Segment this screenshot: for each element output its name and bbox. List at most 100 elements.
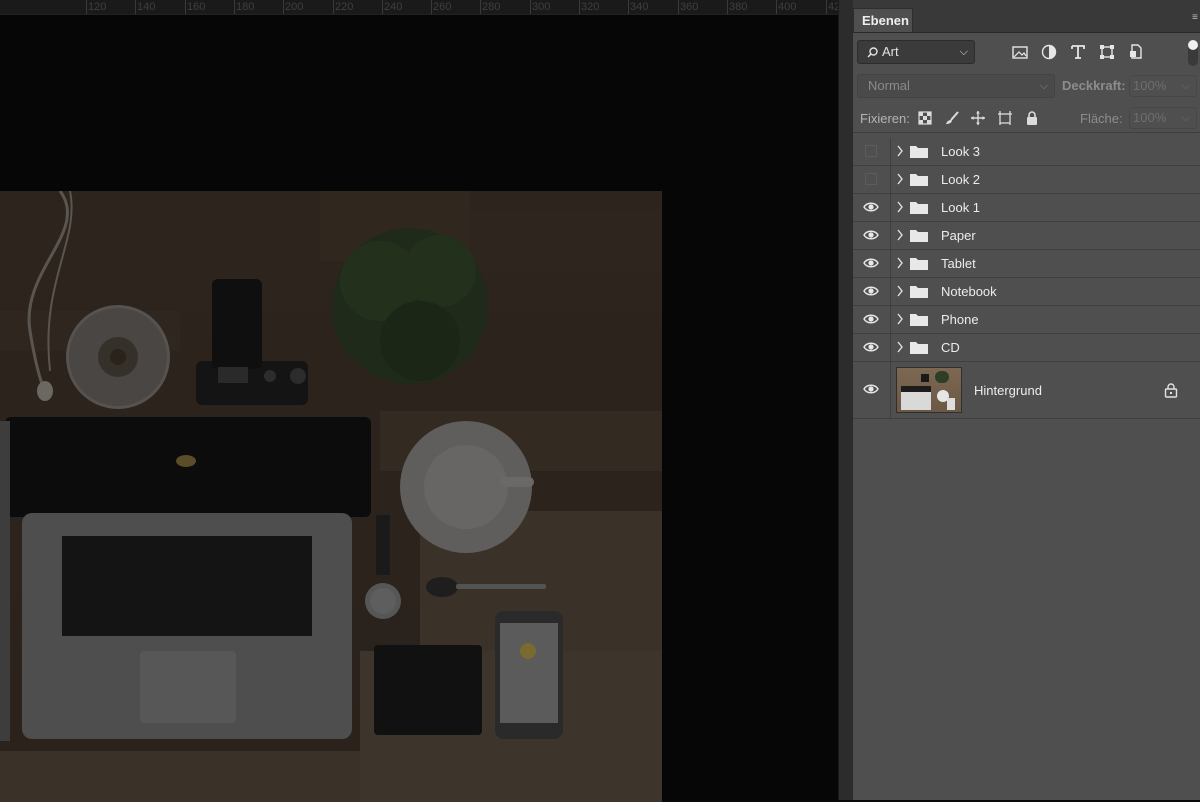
layer-name[interactable]: Look 2: [941, 172, 980, 187]
smart-object-filter-icon[interactable]: [1127, 43, 1145, 61]
ruler-tick: [579, 0, 580, 14]
layer-row[interactable]: Look 3: [853, 138, 1200, 166]
lock-row: Fixieren: Fläche: 100% ⌵: [853, 106, 1200, 133]
folder-icon: [910, 314, 928, 326]
chevron-right-icon[interactable]: [895, 227, 905, 243]
folder-icon: [910, 286, 928, 298]
filter-kind-select[interactable]: Art ⌵: [857, 40, 975, 64]
ruler-label: 420: [828, 1, 838, 13]
layer-row[interactable]: Look 1: [853, 194, 1200, 222]
hidden-visibility-box: [865, 173, 877, 185]
ruler-label: 400: [778, 1, 797, 13]
ruler-tick: [530, 0, 531, 14]
folder-icon: [910, 230, 928, 242]
visibility-toggle[interactable]: [853, 138, 891, 165]
blend-mode-select[interactable]: Normal ⌵: [857, 74, 1055, 98]
ruler-tick: [776, 0, 777, 14]
document-canvas[interactable]: [0, 15, 838, 802]
fill-label: Fläche:: [1080, 111, 1123, 126]
ruler-tick: [382, 0, 383, 14]
fill-value: 100%: [1133, 110, 1167, 125]
layers-panel: Ebenen ≡ Art ⌵ Normal ⌵ Deckkraft: 100% …: [853, 0, 1200, 800]
lock-label: Fixieren:: [860, 111, 910, 126]
toggle-knob: [1188, 40, 1198, 50]
panel-menu-icon[interactable]: ≡: [1192, 13, 1198, 23]
ruler-label: 120: [88, 1, 107, 13]
adjustment-filter-icon[interactable]: [1040, 43, 1058, 61]
layer-name[interactable]: Tablet: [941, 256, 976, 271]
chevron-right-icon[interactable]: [895, 311, 905, 327]
ruler-tick: [86, 0, 87, 14]
layer-name[interactable]: Look 1: [941, 200, 980, 215]
layer-name[interactable]: Paper: [941, 228, 976, 243]
horizontal-ruler[interactable]: 120 140 160 180 200 220 240 260 280 300 320 340 360 3…: [0, 0, 838, 15]
ruler-tick: [727, 0, 728, 14]
lock-all-icon[interactable]: [1024, 110, 1040, 126]
chevron-down-icon: ⌵: [1181, 112, 1190, 124]
layer-row[interactable]: Phone: [853, 306, 1200, 334]
chevron-right-icon[interactable]: [895, 255, 905, 271]
visibility-toggle[interactable]: [853, 278, 891, 305]
opacity-field[interactable]: 100% ⌵: [1129, 75, 1197, 97]
visibility-toggle[interactable]: [853, 222, 891, 249]
shape-filter-icon[interactable]: [1098, 43, 1116, 61]
ruler-tick: [628, 0, 629, 14]
eye-icon: [863, 230, 879, 240]
layer-row[interactable]: Notebook: [853, 278, 1200, 306]
opacity-value: 100%: [1133, 78, 1167, 93]
layer-row[interactable]: CD: [853, 334, 1200, 362]
document-image[interactable]: [0, 191, 662, 802]
blend-mode-value: Normal: [868, 78, 910, 93]
eye-icon: [863, 384, 879, 394]
chevron-right-icon[interactable]: [895, 171, 905, 187]
ruler-tick: [333, 0, 334, 14]
ruler-label: 200: [285, 1, 304, 13]
eye-icon: [863, 342, 879, 352]
chevron-right-icon[interactable]: [895, 283, 905, 299]
layer-row[interactable]: Paper: [853, 222, 1200, 250]
panel-tab-bar: Ebenen ≡: [853, 0, 1200, 33]
layer-name[interactable]: Look 3: [941, 144, 980, 159]
visibility-toggle[interactable]: [853, 334, 891, 361]
visibility-toggle[interactable]: [853, 250, 891, 277]
layer-row[interactable]: Look 2: [853, 166, 1200, 194]
layer-name[interactable]: Notebook: [941, 284, 997, 299]
ruler-label: 240: [384, 1, 403, 13]
ruler-label: 260: [433, 1, 452, 13]
lock-position-icon[interactable]: [970, 110, 986, 126]
ruler-label: 340: [630, 1, 649, 13]
lock-transparent-pixels-icon[interactable]: [917, 110, 933, 126]
folder-icon: [910, 202, 928, 214]
ruler-tick: [678, 0, 679, 14]
ruler-label: 160: [187, 1, 206, 13]
visibility-toggle[interactable]: [853, 166, 891, 193]
chevron-right-icon[interactable]: [895, 199, 905, 215]
chevron-right-icon[interactable]: [895, 339, 905, 355]
lock-image-pixels-icon[interactable]: [944, 110, 960, 126]
panel-dock-gutter: [838, 0, 854, 800]
lock-artboard-icon[interactable]: [997, 110, 1013, 126]
ruler-label: 300: [532, 1, 551, 13]
fill-field[interactable]: 100% ⌵: [1129, 107, 1197, 129]
opacity-label: Deckkraft:: [1062, 78, 1126, 93]
layer-name[interactable]: Phone: [941, 312, 979, 327]
chevron-right-icon[interactable]: [895, 143, 905, 159]
hidden-visibility-box: [865, 145, 877, 157]
visibility-toggle[interactable]: [853, 362, 891, 418]
layer-name[interactable]: Hintergrund: [974, 383, 1042, 398]
layer-row-background[interactable]: Hintergrund: [853, 362, 1200, 419]
tab-layers[interactable]: Ebenen: [853, 8, 913, 32]
visibility-toggle[interactable]: [853, 306, 891, 333]
type-filter-icon[interactable]: [1069, 43, 1087, 61]
ruler-label: 220: [335, 1, 354, 13]
layer-filter-row: Art ⌵: [857, 40, 1200, 66]
search-icon: [867, 47, 878, 58]
ruler-label: 360: [680, 1, 699, 13]
ruler-label: 380: [729, 1, 748, 13]
visibility-toggle[interactable]: [853, 194, 891, 221]
filter-kind-label: Art: [882, 44, 899, 59]
image-filter-icon[interactable]: [1011, 43, 1029, 61]
layer-row[interactable]: Tablet: [853, 250, 1200, 278]
filter-toggle-switch[interactable]: [1188, 40, 1198, 66]
layer-name[interactable]: CD: [941, 340, 960, 355]
